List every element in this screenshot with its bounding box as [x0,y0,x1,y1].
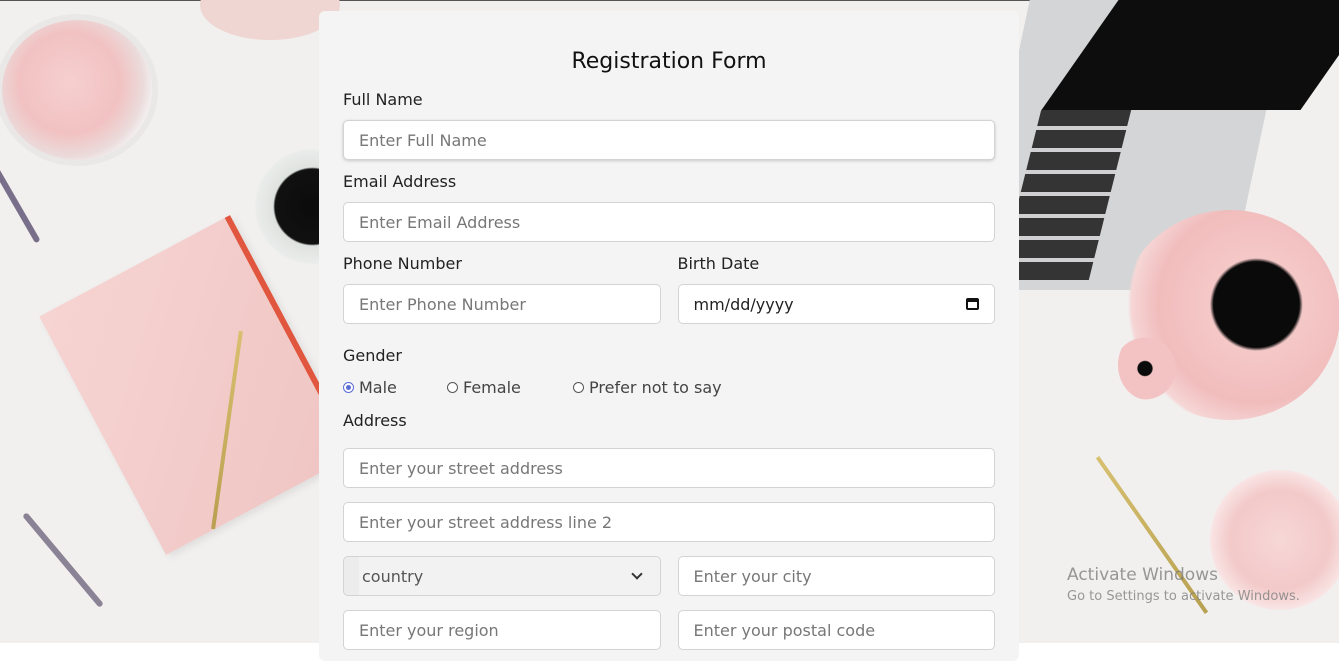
full-name-label: Full Name [343,90,423,109]
street-address-2-placeholder: Enter your street address line 2 [359,512,613,532]
gender-option-label: Female [463,378,521,397]
gender-radio-group: Male Female Prefer not to say [343,378,995,397]
gender-label: Gender [343,346,402,365]
country-select[interactable]: country [343,556,661,596]
birth-date-input[interactable]: mm/dd/yyyy [677,284,995,324]
region-input[interactable]: Enter your region [343,610,661,650]
city-input[interactable]: Enter your city [677,556,995,596]
postal-code-placeholder: Enter your postal code [693,620,876,640]
gender-option-label: Male [359,378,397,397]
form-title: Registration Form [571,49,767,74]
watermark-title: Activate Windows [1067,565,1218,585]
email-input[interactable]: Enter Email Address [343,202,995,242]
gender-option-label: Prefer not to say [589,378,722,397]
lavender-sprig-image [22,512,104,608]
phone-label: Phone Number [343,254,462,273]
street-address-2-input[interactable]: Enter your street address line 2 [343,502,995,542]
calendar-icon[interactable] [966,298,979,310]
radio-male[interactable] [343,382,354,393]
radio-prefer-not[interactable] [573,382,584,393]
email-placeholder: Enter Email Address [359,212,521,232]
candle-jar-image [2,20,152,160]
phone-placeholder: Enter Phone Number [359,294,526,314]
registration-form-card: Registration Form Full Name Enter Full N… [319,11,1019,661]
gender-option-female[interactable]: Female [447,378,573,397]
full-name-input[interactable]: Enter Full Name [343,120,995,160]
email-label: Email Address [343,172,457,191]
birth-date-placeholder: mm/dd/yyyy [693,294,794,314]
street-address-placeholder: Enter your street address [359,458,563,478]
teapot-spout-image [1118,330,1178,400]
region-placeholder: Enter your region [359,620,499,640]
gender-option-male[interactable]: Male [343,378,447,397]
radio-female[interactable] [447,382,458,393]
city-placeholder: Enter your city [693,566,812,586]
country-select-value: country [362,566,424,586]
gender-option-prefer-not[interactable]: Prefer not to say [573,378,722,397]
chevron-down-icon [630,568,643,580]
watermark-subtitle: Go to Settings to activate Windows. [1067,589,1300,604]
birth-date-label: Birth Date [677,254,760,273]
full-name-placeholder: Enter Full Name [359,130,487,150]
postal-code-input[interactable]: Enter your postal code [677,610,995,650]
address-label: Address [343,411,407,430]
lavender-sprig-image [0,136,41,244]
phone-input[interactable]: Enter Phone Number [343,284,661,324]
notebook-image [39,215,357,555]
activate-windows-watermark: Activate Windows Go to Settings to activ… [1067,565,1300,604]
street-address-input[interactable]: Enter your street address [343,448,995,488]
